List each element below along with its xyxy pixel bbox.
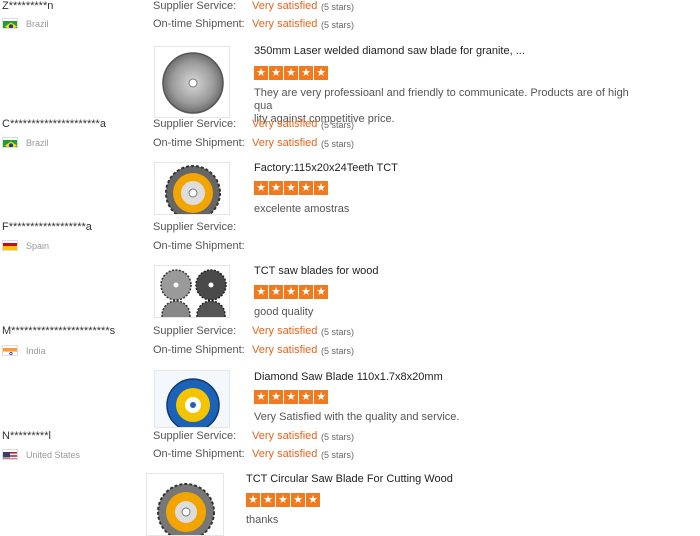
star-icon: ★ xyxy=(299,181,313,195)
supplier-service-label: Supplier Service: xyxy=(153,221,237,233)
brazil-flag-icon xyxy=(2,137,18,148)
star-icon: ★ xyxy=(254,390,268,404)
shipment-label: On-time Shipment: xyxy=(153,344,245,356)
star-icon: ★ xyxy=(269,181,283,195)
star-icon: ★ xyxy=(284,285,298,299)
supplier-service-label: Supplier Service: xyxy=(153,0,237,12)
product-thumbnail[interactable] xyxy=(146,473,224,536)
shipment-value: Very satisfied xyxy=(252,344,318,356)
star-icon: ★ xyxy=(284,66,298,80)
star-rating: ★ ★ ★ ★ ★ xyxy=(254,181,329,195)
review-comment: Very Satisfied with the quality and serv… xyxy=(254,411,460,423)
usa-flag-icon xyxy=(2,449,18,460)
supplier-service-value: Very satisfied xyxy=(252,325,318,337)
diamond-saw-blade-package-image xyxy=(155,371,229,427)
star-icon: ★ xyxy=(254,181,268,195)
tct-saw-blades-set-image xyxy=(160,269,227,317)
supplier-service-stars: (5 stars) xyxy=(321,432,355,442)
star-icon: ★ xyxy=(269,285,283,299)
buyer-country: United States xyxy=(2,449,80,460)
shipment-label: On-time Shipment: xyxy=(153,240,245,252)
star-icon: ★ xyxy=(314,390,328,404)
buyer-country: India xyxy=(2,345,46,356)
star-icon: ★ xyxy=(299,66,313,80)
star-rating: ★ ★ ★ ★ ★ xyxy=(254,390,329,404)
star-icon: ★ xyxy=(284,390,298,404)
star-icon: ★ xyxy=(314,181,328,195)
buyer-name: M***********************s xyxy=(2,325,116,337)
star-icon: ★ xyxy=(299,390,313,404)
shipment-label: On-time Shipment: xyxy=(153,448,245,460)
spain-flag-icon xyxy=(2,240,18,251)
country-name: India xyxy=(26,345,46,356)
star-rating: ★ ★ ★ ★ ★ xyxy=(254,285,329,299)
supplier-service-stars: (5 stars) xyxy=(321,120,355,130)
star-icon: ★ xyxy=(299,285,313,299)
brazil-flag-icon xyxy=(2,18,18,29)
supplier-service-value: Very satisfied xyxy=(252,0,318,12)
country-name: Brazil xyxy=(26,137,49,148)
star-icon: ★ xyxy=(314,66,328,80)
product-title[interactable]: Diamond Saw Blade 110x1.7x8x20mm xyxy=(254,371,443,383)
product-thumbnail[interactable] xyxy=(154,265,230,318)
shipment-value: Very satisfied xyxy=(252,137,318,149)
star-rating: ★ ★ ★ ★ ★ xyxy=(254,66,329,80)
supplier-service-label: Supplier Service: xyxy=(153,325,237,337)
star-icon: ★ xyxy=(246,493,260,507)
shipment-stars: (5 stars) xyxy=(321,139,355,149)
shipment-label: On-time Shipment: xyxy=(153,137,245,149)
product-thumbnail[interactable] xyxy=(154,370,230,428)
star-icon: ★ xyxy=(269,390,283,404)
product-thumbnail[interactable] xyxy=(154,46,230,118)
buyer-name: Z*********n xyxy=(2,0,54,12)
shipment-value: Very satisfied xyxy=(252,18,318,30)
supplier-service-stars: (5 stars) xyxy=(321,2,355,12)
shipment-label: On-time Shipment: xyxy=(153,18,245,30)
star-rating: ★ ★ ★ ★ ★ xyxy=(246,493,321,507)
review-comment-line: They are very professioanl and friendly … xyxy=(254,87,629,112)
shipment-value: Very satisfied xyxy=(252,448,318,460)
star-icon: ★ xyxy=(284,181,298,195)
country-name: United States xyxy=(26,449,81,460)
product-title[interactable]: 350mm Laser welded diamond saw blade for… xyxy=(254,45,525,57)
buyer-name: F******************a xyxy=(2,221,92,233)
buyer-name: N*********l xyxy=(2,430,51,442)
star-icon: ★ xyxy=(269,66,283,80)
star-icon: ★ xyxy=(254,66,268,80)
supplier-service-value: Very satisfied xyxy=(252,118,318,130)
star-icon: ★ xyxy=(314,285,328,299)
supplier-service-stars: (5 stars) xyxy=(321,327,355,337)
country-name: Brazil xyxy=(26,18,49,29)
tct-saw-blade-image xyxy=(165,165,221,214)
tct-circular-saw-blade-image xyxy=(157,483,215,535)
star-icon: ★ xyxy=(291,493,305,507)
review-comment: excelente amostras xyxy=(254,203,350,215)
review-comment: thanks xyxy=(246,514,279,526)
country-name: Spain xyxy=(26,240,50,251)
shipment-stars: (5 stars) xyxy=(321,346,355,356)
star-icon: ★ xyxy=(276,493,290,507)
buyer-name: C*********************a xyxy=(2,118,106,130)
india-flag-icon xyxy=(2,345,18,356)
supplier-service-value: Very satisfied xyxy=(252,430,318,442)
review-comment: good quality xyxy=(254,306,314,318)
star-icon: ★ xyxy=(261,493,275,507)
shipment-stars: (5 stars) xyxy=(321,450,355,460)
product-title[interactable]: TCT saw blades for wood xyxy=(254,265,379,277)
star-icon: ★ xyxy=(254,285,268,299)
supplier-service-label: Supplier Service: xyxy=(153,430,237,442)
buyer-country: Brazil xyxy=(2,18,49,29)
product-title[interactable]: TCT Circular Saw Blade For Cutting Wood xyxy=(246,473,453,485)
shipment-stars: (5 stars) xyxy=(321,20,355,30)
product-thumbnail[interactable] xyxy=(154,162,230,215)
diamond-saw-blade-image xyxy=(162,52,224,114)
star-icon: ★ xyxy=(306,493,320,507)
buyer-country: Brazil xyxy=(2,137,49,148)
supplier-service-label: Supplier Service: xyxy=(153,118,237,130)
buyer-country: Spain xyxy=(2,240,49,251)
product-title[interactable]: Factory:115x20x24Teeth TCT xyxy=(254,162,398,174)
